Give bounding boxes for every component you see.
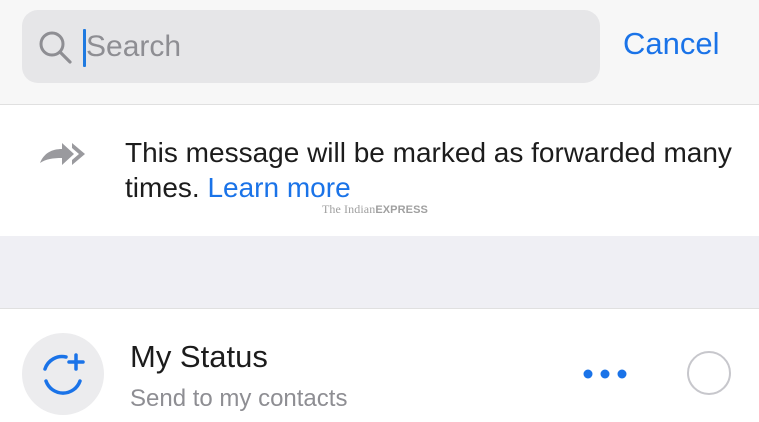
forward-icon xyxy=(40,143,85,165)
notice-text: This message will be marked as forwarded… xyxy=(125,135,745,205)
search-icon xyxy=(39,31,72,64)
more-dots-icon[interactable] xyxy=(578,359,632,389)
status-subtitle: Send to my contacts xyxy=(130,385,348,412)
watermark-logo: The IndianEXPRESS xyxy=(322,202,428,217)
cancel-button[interactable]: Cancel xyxy=(623,26,720,62)
watermark-suffix: EXPRESS xyxy=(375,204,428,216)
watermark-prefix: The Indian xyxy=(322,202,376,216)
section-separator xyxy=(0,236,759,309)
search-input[interactable] xyxy=(82,22,586,72)
forwarded-notice: This message will be marked as forwarded… xyxy=(0,105,759,236)
search-header: Cancel xyxy=(0,0,759,105)
avatar xyxy=(22,333,104,415)
status-title: My Status xyxy=(130,339,268,374)
select-radio[interactable] xyxy=(687,351,731,395)
search-field[interactable] xyxy=(22,10,600,83)
add-status-icon xyxy=(43,353,85,395)
my-status-row[interactable]: My Status Send to my contacts xyxy=(0,309,759,422)
learn-more-link[interactable]: Learn more xyxy=(207,172,350,203)
text-caret xyxy=(83,29,86,67)
